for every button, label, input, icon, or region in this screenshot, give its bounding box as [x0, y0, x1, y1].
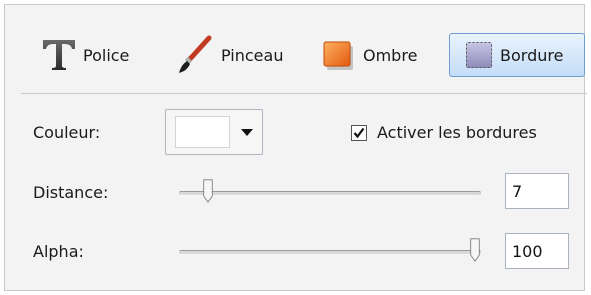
toolbar: Police Pinceau Ombre Bordure — [5, 5, 585, 89]
border-square-icon — [464, 40, 494, 70]
alpha-label: Alpha: — [33, 242, 84, 261]
toolbar-divider — [21, 93, 587, 94]
checkmark-icon — [353, 127, 365, 139]
slider-thumb[interactable] — [202, 179, 214, 203]
slider-track — [179, 250, 481, 255]
distance-input[interactable]: 7 — [505, 173, 569, 209]
border-settings-panel: Police Pinceau Ombre Bordure Couleur: Ac… — [4, 4, 587, 291]
slider-thumb[interactable] — [469, 238, 481, 262]
tab-bordure[interactable]: Bordure — [449, 33, 585, 77]
tab-pinceau-label: Pinceau — [221, 45, 284, 65]
color-picker-dropdown[interactable] — [165, 109, 263, 155]
tab-ombre-label: Ombre — [363, 45, 418, 65]
distance-slider[interactable] — [179, 179, 481, 203]
shadow-square-icon — [321, 38, 357, 72]
color-swatch — [175, 116, 230, 148]
chevron-down-icon — [241, 129, 253, 136]
enable-borders-checkbox[interactable] — [351, 125, 367, 141]
alpha-slider[interactable] — [179, 238, 481, 262]
slider-track — [179, 191, 481, 196]
paintbrush-icon — [175, 35, 215, 75]
color-label: Couleur: — [33, 123, 101, 142]
tab-ombre[interactable]: Ombre — [321, 33, 445, 77]
font-t-icon — [41, 38, 77, 72]
tab-bordure-label: Bordure — [500, 45, 564, 65]
tab-police[interactable]: Police — [41, 33, 161, 77]
tab-pinceau[interactable]: Pinceau — [175, 33, 311, 77]
alpha-input[interactable]: 100 — [505, 233, 569, 269]
distance-label: Distance: — [33, 183, 109, 202]
tab-police-label: Police — [83, 45, 130, 65]
enable-borders-label: Activer les bordures — [377, 123, 537, 142]
